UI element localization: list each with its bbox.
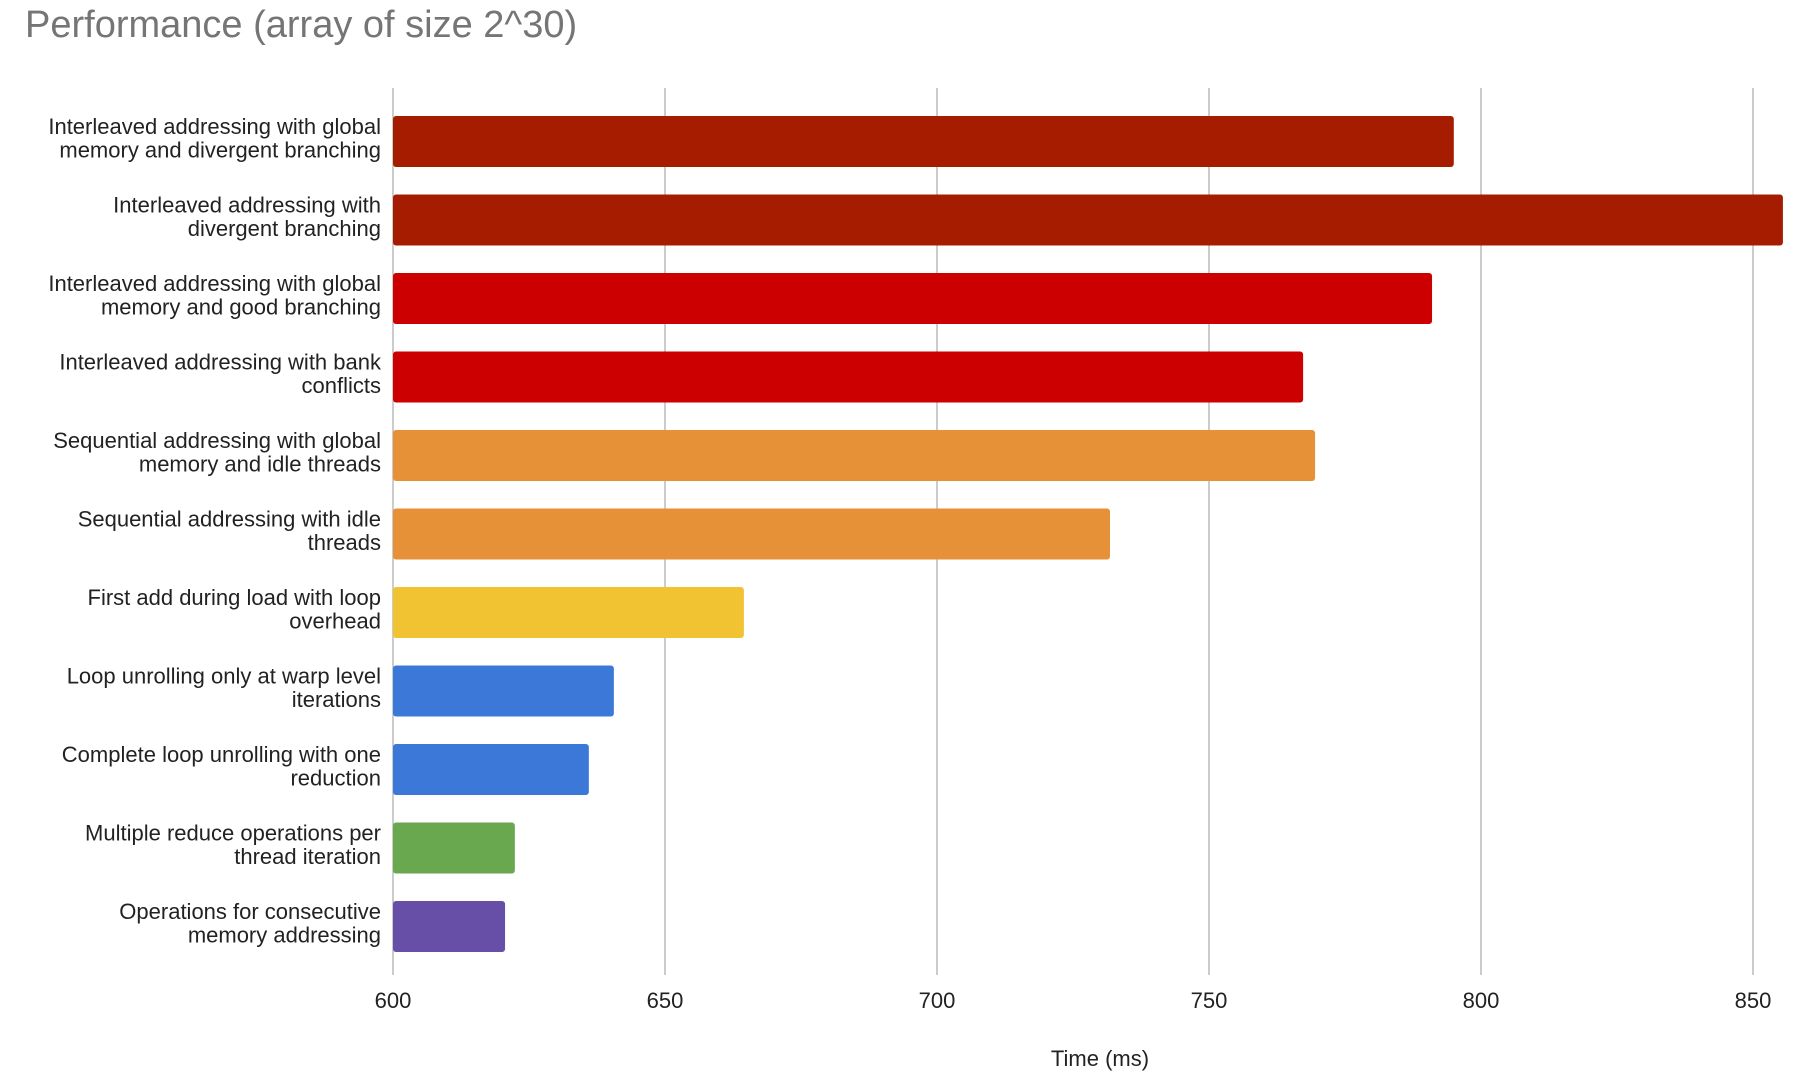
category-label: Loop unrolling only at warp level iterati… <box>67 664 381 713</box>
x-tick-label: 800 <box>1463 988 1500 1013</box>
category-label: Sequential addressing with global memory … <box>53 428 381 477</box>
bar <box>393 587 744 638</box>
x-tick-label: 750 <box>1191 988 1228 1013</box>
category-label: Interleaved addressing with bank conflict… <box>59 350 382 399</box>
bar <box>393 430 1316 481</box>
category-label: Sequential addressing with idle threads <box>78 507 381 556</box>
x-tick-label: 850 <box>1735 988 1772 1013</box>
bar <box>393 508 1110 560</box>
x-tick-label: 650 <box>647 988 684 1013</box>
bars <box>393 116 1783 952</box>
category-label: Interleaved addressing with global memory… <box>48 114 381 163</box>
category-label: Complete loop unrolling with one reductio… <box>62 742 381 791</box>
category-label: Interleaved addressing with divergent bra… <box>113 193 381 242</box>
bar <box>393 822 515 874</box>
bar-chart: Interleaved addressing with global memory… <box>48 88 1783 1071</box>
category-label: Interleaved addressing with global memory… <box>48 271 381 320</box>
category-labels: Interleaved addressing with global memory… <box>48 114 382 948</box>
bar <box>393 744 589 795</box>
category-label: First add during load with loop overhead <box>88 585 382 634</box>
x-tick-label: 600 <box>375 988 412 1013</box>
bar <box>393 273 1433 324</box>
x-tick-labels: 600 650 700 750 800 850 <box>375 988 1772 1013</box>
bar <box>393 194 1783 246</box>
bar <box>393 116 1454 167</box>
bar <box>393 901 506 952</box>
x-tick-label: 700 <box>919 988 956 1013</box>
x-axis-title: Time (ms) <box>1051 1046 1149 1071</box>
category-label: Operations for consecutive memory address… <box>119 899 381 948</box>
category-label: Multiple reduce operations per thread ite… <box>85 821 381 870</box>
bar <box>393 351 1304 403</box>
bar <box>393 665 614 717</box>
